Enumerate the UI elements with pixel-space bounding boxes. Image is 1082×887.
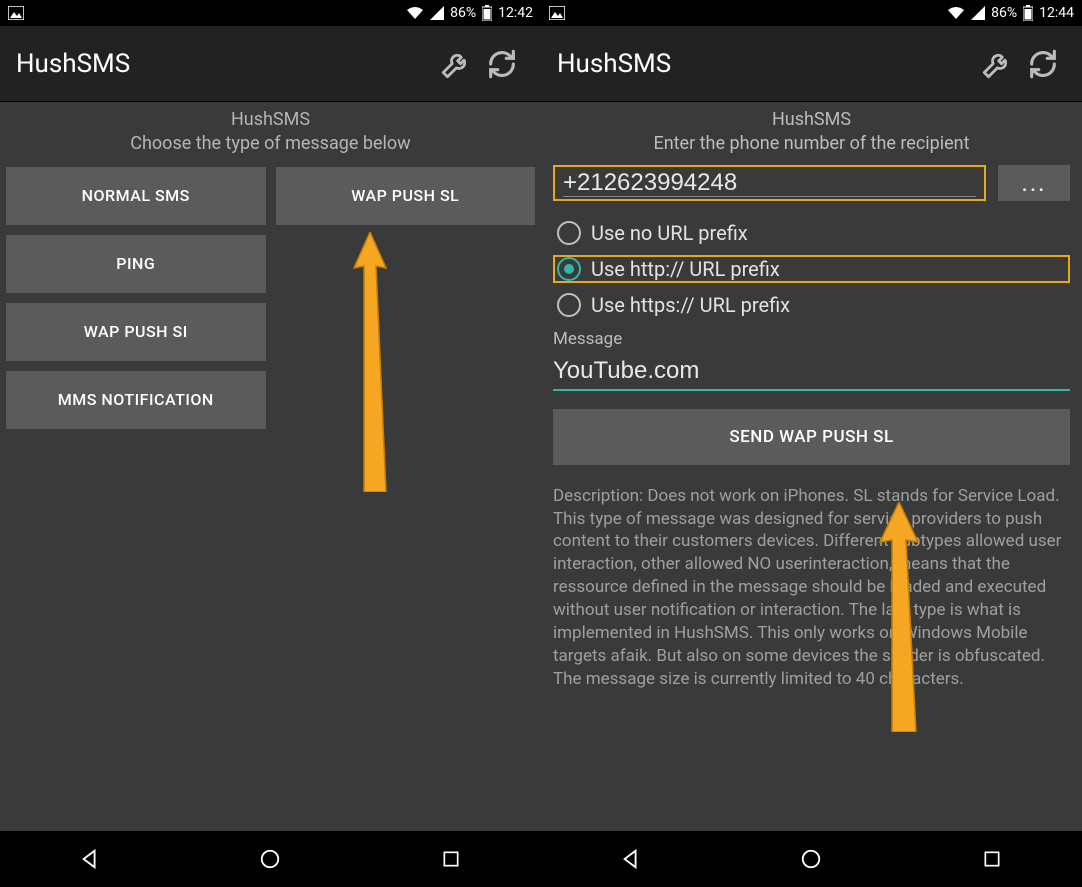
heading-line1: HushSMS [10,108,531,132]
clock: 12:42 [498,5,533,21]
signal-icon [430,6,444,20]
send-button[interactable]: SEND WAP PUSH SL [553,409,1070,465]
wifi-icon [947,6,965,20]
nav-bar [541,831,1082,887]
back-button[interactable] [50,839,130,879]
radio-http-prefix[interactable]: Use http:// URL prefix [553,255,1070,283]
back-button[interactable] [591,839,671,879]
description-text: Description: Does not work on iPhones. S… [553,485,1070,691]
annotation-arrow [876,502,922,732]
heading-line1: HushSMS [551,108,1072,132]
radio-icon [557,257,581,281]
nav-bar [0,831,541,887]
wrench-icon[interactable] [974,41,1020,87]
annotation-arrow [350,232,390,492]
battery-percent: 86% [991,5,1017,21]
heading-line2: Choose the type of message below [10,132,531,156]
radio-no-prefix[interactable]: Use no URL prefix [553,219,1070,247]
phone-input-highlight [553,165,986,201]
status-bar: 86% 12:42 [0,0,541,26]
picture-icon [8,6,24,20]
action-bar: HushSMS [0,26,541,102]
wap-push-sl-button[interactable]: WAP PUSH SL [276,167,536,225]
phone-left: 86% 12:42 HushSMS HushSMS Choose the typ… [0,0,541,887]
battery-percent: 86% [450,5,476,21]
normal-sms-button[interactable]: NORMAL SMS [6,167,266,225]
heading: HushSMS Enter the phone number of the re… [541,102,1082,159]
wrench-icon[interactable] [433,41,479,87]
battery-icon [482,5,492,21]
wap-push-si-button[interactable]: WAP PUSH SI [6,303,266,361]
radio-label: Use no URL prefix [591,221,748,245]
mms-notification-button[interactable]: MMS NOTIFICATION [6,371,266,429]
wifi-icon [406,6,424,20]
recent-button[interactable] [952,839,1032,879]
signal-icon [971,6,985,20]
contacts-button[interactable]: ... [998,165,1070,201]
refresh-icon[interactable] [1020,41,1066,87]
action-bar: HushSMS [541,26,1082,102]
ping-button[interactable]: PING [6,235,266,293]
radio-label: Use http:// URL prefix [591,257,780,281]
heading: HushSMS Choose the type of message below [0,102,541,167]
radio-icon [557,221,581,245]
message-input[interactable] [553,357,1070,385]
picture-icon [549,6,565,20]
app-title: HushSMS [16,49,433,79]
battery-icon [1023,5,1033,21]
refresh-icon[interactable] [479,41,525,87]
radio-label: Use https:// URL prefix [591,293,790,317]
app-title: HushSMS [557,49,974,79]
phone-input[interactable] [563,169,976,197]
message-label: Message [553,329,1070,349]
radio-icon [557,293,581,317]
heading-line2: Enter the phone number of the recipient [551,132,1072,156]
recent-button[interactable] [411,839,491,879]
radio-https-prefix[interactable]: Use https:// URL prefix [553,291,1070,319]
clock: 12:44 [1039,5,1074,21]
phone-right: 86% 12:44 HushSMS HushSMS Enter the phon… [541,0,1082,887]
status-bar: 86% 12:44 [541,0,1082,26]
home-button[interactable] [230,839,310,879]
home-button[interactable] [771,839,851,879]
